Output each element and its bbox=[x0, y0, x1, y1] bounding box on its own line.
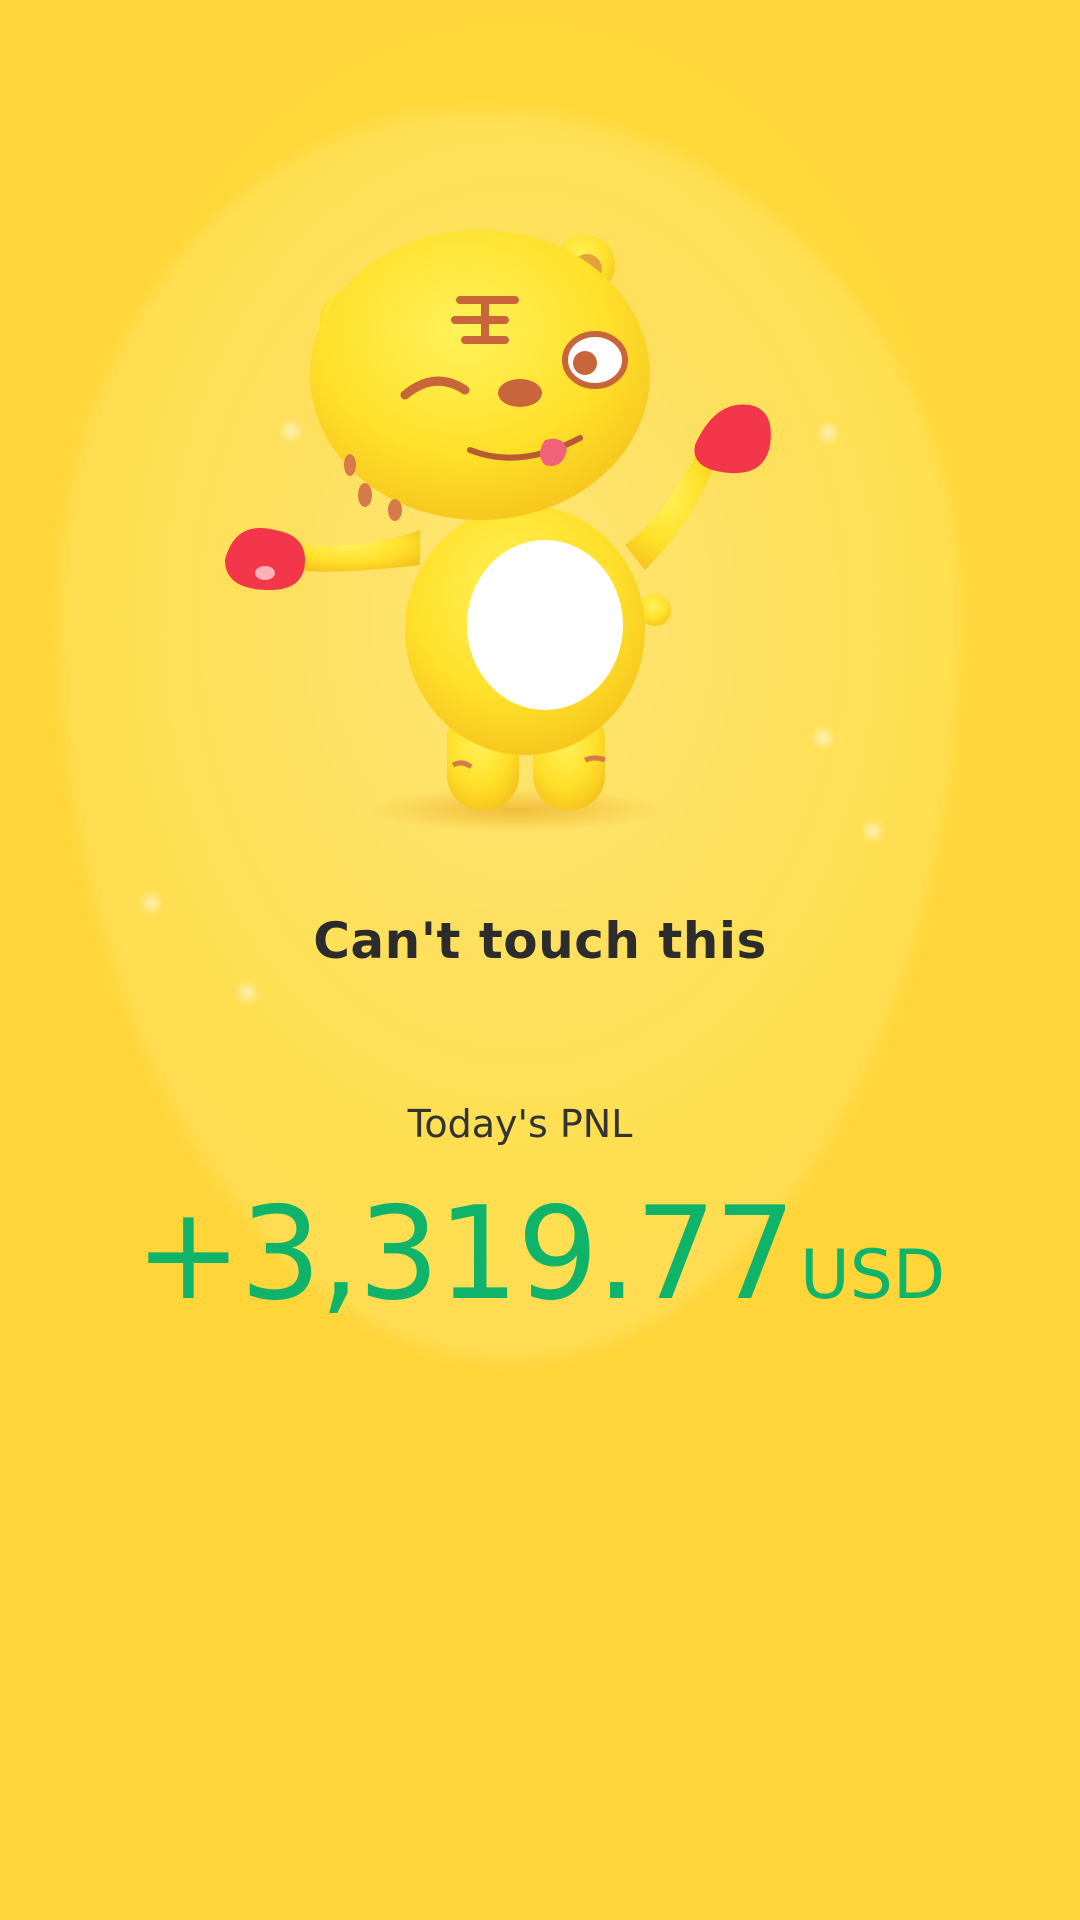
pnl-value: +3,319.77 bbox=[134, 1180, 796, 1329]
headline-text: Can't touch this bbox=[313, 912, 767, 970]
pnl-label: Today's PNL bbox=[407, 1102, 633, 1146]
tiger-mascot-icon bbox=[225, 230, 771, 832]
sparkle-decoration bbox=[234, 980, 260, 1006]
sparkle-decoration bbox=[860, 818, 886, 844]
pnl-amount: +3,319.77USD bbox=[0, 1180, 1080, 1329]
pnl-currency: USD bbox=[799, 1236, 946, 1315]
sparkle-decoration bbox=[810, 725, 836, 751]
sparkle-decoration bbox=[815, 420, 841, 446]
